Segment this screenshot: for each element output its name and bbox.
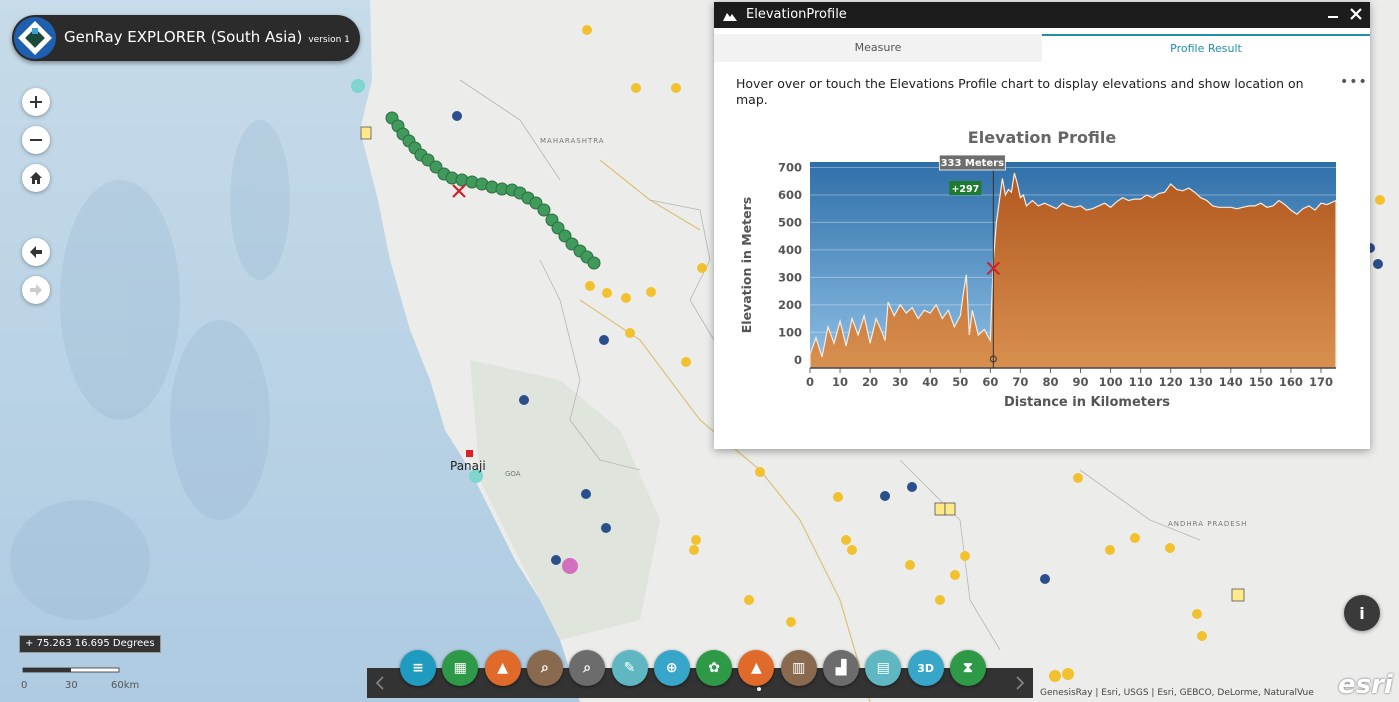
x-tick-label: 150	[1249, 375, 1273, 389]
toolbar-next-icon[interactable]	[1015, 676, 1025, 690]
map-label-goa: GOA	[505, 470, 521, 478]
map-label-panaji: Panaji	[450, 459, 486, 473]
scale-label-0: 0	[21, 680, 27, 691]
search-button[interactable]: ⌕	[526, 650, 563, 686]
report-icon: ▥	[792, 660, 806, 676]
x-tick-label: 160	[1279, 375, 1303, 389]
page-indicator	[757, 687, 761, 691]
y-tick-label: 500	[778, 215, 802, 229]
tab-measure[interactable]: Measure	[714, 34, 1042, 62]
x-tick-label: 40	[922, 375, 938, 389]
info-icon: i	[1359, 603, 1365, 623]
chart-button[interactable]: ▲	[484, 650, 521, 686]
timer-icon: ⧗	[962, 660, 973, 676]
x-tick-label: 20	[862, 375, 878, 389]
scale-label-60: 60km	[111, 680, 139, 691]
locate-button[interactable]: ⊕	[653, 650, 690, 686]
y-tick-label: 300	[778, 270, 802, 284]
panel-tabs: Measure Profile Result	[714, 34, 1370, 62]
y-tick-label: 100	[778, 325, 802, 339]
elevation-profile-icon: ▲	[751, 660, 762, 676]
elevation-profile-panel: ElevationProfile Measure Profile Result …	[714, 2, 1370, 449]
x-tick-label: 80	[1042, 375, 1058, 389]
draw-icon: ✎	[623, 660, 636, 676]
building-button[interactable]: ▟	[823, 650, 859, 686]
next-extent-button[interactable]	[22, 276, 50, 304]
minimize-icon[interactable]	[1326, 8, 1340, 22]
attribution: GenesisRay | Esri, USGS | Esri, GEBCO, D…	[1040, 688, 1314, 698]
tab-profile-result[interactable]: Profile Result	[1042, 34, 1370, 62]
elevation-profile-chart[interactable]: Elevation Profile Elevation in Meters Di…	[714, 120, 1370, 420]
query-button[interactable]: ⌕	[569, 650, 606, 686]
app-version: version 1	[308, 35, 350, 45]
building-icon: ▟	[835, 660, 847, 676]
close-icon[interactable]	[1349, 7, 1363, 21]
crosshair-icon: +	[25, 638, 34, 649]
arrow-left-icon	[30, 246, 42, 258]
y-tick-label: 0	[794, 353, 802, 367]
layers-button[interactable]: ≡	[400, 650, 436, 686]
x-tick-label: 170	[1309, 375, 1333, 389]
x-tick-label: 140	[1219, 375, 1243, 389]
minus-icon	[30, 139, 42, 141]
scale-bar: 0 30 60km	[21, 667, 139, 691]
home-icon	[30, 172, 42, 184]
locate-icon: ⊕	[665, 660, 678, 676]
report-button[interactable]: ▥	[780, 650, 817, 686]
home-button[interactable]	[22, 164, 50, 192]
draw-button[interactable]: ✎	[611, 650, 648, 686]
x-tick-label: 60	[982, 375, 998, 389]
film-button[interactable]: ✿	[696, 650, 733, 686]
x-tick-label: 10	[832, 375, 848, 389]
mountain-icon	[723, 13, 737, 21]
panel-title: ElevationProfile	[746, 7, 847, 22]
esri-logo: esri	[1338, 670, 1393, 700]
previous-extent-button[interactable]	[22, 238, 50, 266]
plus-icon	[30, 96, 42, 108]
app-title: GenRay EXPLORER (South Asia) version 1	[64, 28, 350, 46]
basemap-grid-icon: ▦	[453, 660, 467, 676]
zoom-in-button[interactable]	[22, 88, 50, 116]
scale-label-30: 30	[65, 680, 78, 691]
hover-label: 333 Meters	[941, 158, 1005, 169]
query-icon: ⌕	[583, 660, 592, 676]
coordinate-readout: + 75.263 16.695 Degrees	[19, 635, 161, 653]
x-axis-label: Distance in Kilometers	[1004, 395, 1170, 410]
3d-icon: 3D	[917, 661, 934, 675]
y-tick-label: 700	[778, 160, 802, 174]
y-axis-label: Elevation in Meters	[739, 197, 754, 334]
panel-header: ElevationProfile	[714, 2, 1370, 28]
more-options-icon[interactable]: •••	[1340, 74, 1368, 90]
map-label-maharashtra: MAHARASHTRA	[540, 137, 605, 145]
3d-button[interactable]: 3D	[907, 650, 944, 686]
x-tick-label: 50	[952, 375, 968, 389]
x-tick-label: 0	[806, 375, 814, 389]
x-tick-label: 70	[1012, 375, 1028, 389]
x-tick-label: 90	[1073, 375, 1089, 389]
timer-button[interactable]: ⧗	[949, 650, 986, 686]
x-tick-label: 120	[1159, 375, 1183, 389]
x-tick-label: 110	[1129, 375, 1153, 389]
map-label-andhra: ANDHRA PRADESH	[1168, 520, 1247, 528]
delta-label: +297	[951, 184, 979, 195]
x-tick-label: 100	[1099, 375, 1123, 389]
chart-title: Elevation Profile	[968, 128, 1117, 147]
search-icon: ⌕	[540, 660, 549, 676]
app-logo	[14, 17, 56, 59]
chart-icon: ▲	[497, 660, 508, 676]
app-header: GenRay EXPLORER (South Asia) version 1	[12, 15, 360, 61]
arrow-right-icon	[30, 284, 42, 296]
x-tick-label: 130	[1189, 375, 1213, 389]
layers-icon: ≡	[412, 660, 424, 676]
film-icon: ✿	[708, 660, 720, 676]
y-tick-label: 200	[778, 298, 802, 312]
instructions-text: Hover over or touch the Elevations Profi…	[736, 76, 1304, 107]
x-tick-label: 30	[892, 375, 908, 389]
y-tick-label: 400	[778, 243, 802, 257]
print-icon: ▤	[876, 660, 890, 676]
y-tick-label: 600	[778, 188, 802, 202]
zoom-out-button[interactable]	[22, 126, 50, 154]
toolbar-prev-icon[interactable]	[375, 676, 385, 690]
info-button[interactable]: i	[1344, 595, 1380, 631]
